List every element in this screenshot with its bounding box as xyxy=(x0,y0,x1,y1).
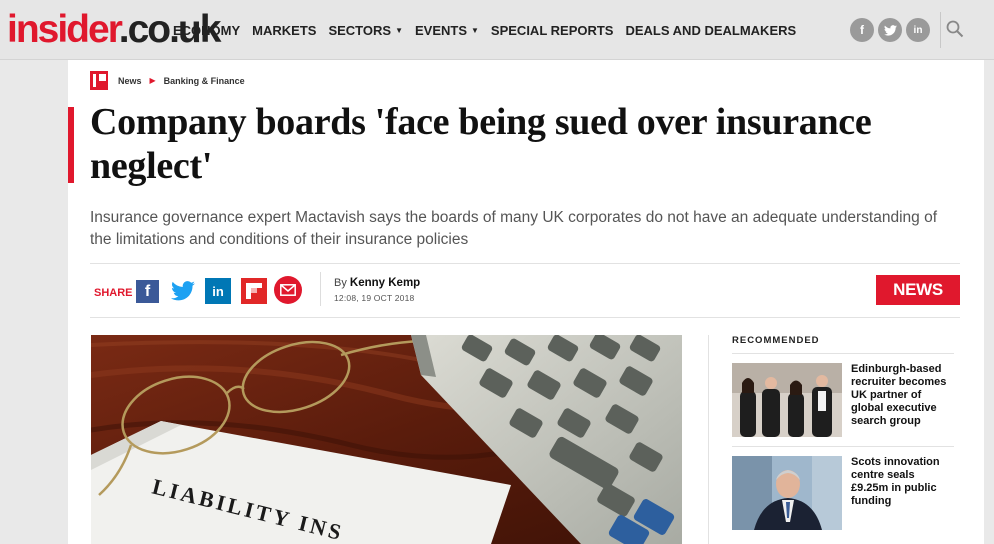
main-nav: ECONOMY MARKETS SECTORS ▼ EVENTS ▼ SPECIAL… xyxy=(173,0,808,60)
divider xyxy=(90,317,960,318)
search-icon[interactable] xyxy=(946,20,964,43)
divider xyxy=(732,446,954,447)
nav-markets[interactable]: MARKETS xyxy=(252,23,316,38)
article-headline: Company boards 'face being sued over ins… xyxy=(90,101,872,187)
share-label: SHARE xyxy=(94,287,133,299)
article-panel: News ▶ Banking & Finance Company boards … xyxy=(68,60,984,544)
byline-prefix: By xyxy=(334,277,347,289)
twitter-icon xyxy=(171,281,195,301)
divider xyxy=(708,335,709,544)
flipboard-icon xyxy=(246,283,262,299)
recommended-title: Edinburgh-based recruiter becomes UK par… xyxy=(851,363,947,427)
breadcrumb-banking-finance[interactable]: Banking & Finance xyxy=(164,76,245,86)
nav-label: ECONOMY xyxy=(173,22,241,38)
linkedin-icon[interactable]: in xyxy=(906,18,930,42)
nav-events[interactable]: EVENTS ▼ xyxy=(415,23,479,38)
site-header: insider.co.uk ECONOMY MARKETS SECTORS ▼ E… xyxy=(0,0,994,60)
hero-image: LIABILITY INS xyxy=(91,335,682,544)
share-twitter-button[interactable] xyxy=(170,278,196,304)
nav-sectors[interactable]: SECTORS ▼ xyxy=(328,23,403,38)
byline: By Kenny Kemp xyxy=(334,277,420,289)
logo-part1: insider xyxy=(7,8,121,51)
facebook-icon[interactable]: f xyxy=(850,18,874,42)
nav-deals-and-dealmakers[interactable]: DEALS AND DEALMAKERS xyxy=(625,23,796,38)
publish-date: 12:08, 19 OCT 2018 xyxy=(334,293,415,303)
facebook-icon: f xyxy=(144,282,151,300)
author-link[interactable]: Kenny Kemp xyxy=(350,277,420,289)
recommended-item[interactable]: Edinburgh-based recruiter becomes UK par… xyxy=(732,363,954,437)
caret-down-icon: ▼ xyxy=(395,25,403,35)
twitter-icon[interactable] xyxy=(878,18,902,42)
nav-label: SECTORS xyxy=(328,22,392,38)
divider xyxy=(732,353,954,354)
breadcrumb-arrow-icon: ▶ xyxy=(149,76,156,85)
nav-special-reports[interactable]: SPECIAL REPORTS xyxy=(491,23,614,38)
recommended-item[interactable]: Scots innovation centre seals £9.25m in … xyxy=(732,456,954,530)
nav-label: DEALS AND DEALMAKERS xyxy=(625,22,797,38)
recommended-thumbnail xyxy=(732,363,842,437)
insider-mark-icon xyxy=(90,71,108,90)
nav-economy[interactable]: ECONOMY xyxy=(173,23,240,38)
breadcrumb-news[interactable]: News xyxy=(118,76,142,86)
recommended-thumbnail xyxy=(732,456,842,530)
email-icon xyxy=(280,284,296,296)
divider xyxy=(940,12,941,48)
header-social: f in xyxy=(850,18,930,42)
divider xyxy=(320,272,321,306)
recommended-heading: RECOMMENDED xyxy=(732,335,820,346)
news-badge[interactable]: NEWS xyxy=(876,275,960,305)
caret-down-icon: ▼ xyxy=(471,25,479,35)
recommended-title: Scots innovation centre seals £9.25m in … xyxy=(851,456,940,507)
article-standfirst: Insurance governance expert Mactavish sa… xyxy=(90,209,937,248)
share-email-button[interactable] xyxy=(274,276,302,304)
divider xyxy=(90,263,960,264)
breadcrumb: News ▶ Banking & Finance xyxy=(90,71,245,90)
headline-accent-bar xyxy=(68,107,74,183)
nav-label: SPECIAL REPORTS xyxy=(490,22,614,38)
nav-label: EVENTS xyxy=(414,22,467,38)
share-linkedin-button[interactable]: in xyxy=(205,278,231,304)
linkedin-icon: in xyxy=(212,283,224,299)
nav-label: MARKETS xyxy=(252,22,317,38)
share-flipboard-button[interactable] xyxy=(241,278,267,304)
share-facebook-button[interactable]: f xyxy=(136,280,159,303)
